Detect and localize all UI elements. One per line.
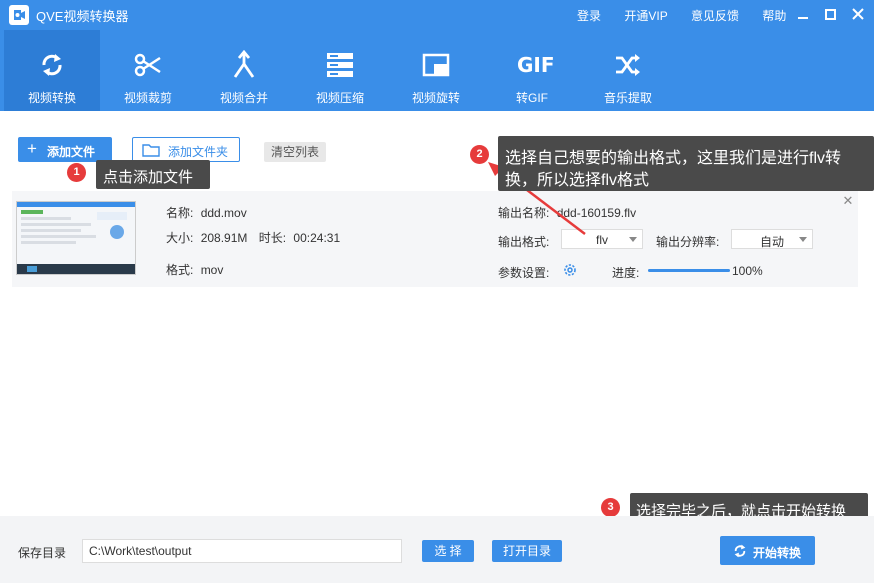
plus-icon: + xyxy=(27,139,37,158)
shuffle-icon xyxy=(616,54,640,76)
app-title: QVE视频转换器 xyxy=(36,9,129,24)
tab-label: 视频旋转 xyxy=(411,91,460,105)
choose-dir-button[interactable]: 选 择 xyxy=(422,540,474,562)
tab-label: 视频合并 xyxy=(219,91,268,105)
rotate-icon xyxy=(422,53,450,77)
tab-video-rotate[interactable]: 视频旋转 xyxy=(388,30,484,111)
resolution-select[interactable]: 自动 xyxy=(731,229,813,249)
main-toolbar: 视频转换 视频裁剪 视频合并 视频压缩 视频旋转 GIF 转GIF 音乐提取 xyxy=(0,30,874,111)
maximize-icon[interactable] xyxy=(822,6,838,22)
chevron-down-icon xyxy=(799,237,807,242)
login-link[interactable]: 登录 xyxy=(577,9,601,23)
start-convert-button[interactable]: 开始转换 xyxy=(720,536,815,565)
tab-label: 视频压缩 xyxy=(315,91,364,105)
progress-label: 进度: xyxy=(612,266,640,280)
tab-video-compress[interactable]: 视频压缩 xyxy=(292,30,388,111)
duration-label: 时长: xyxy=(258,231,287,245)
bottom-bar: 保存目录 选 择 打开目录 开始转换 xyxy=(0,516,874,583)
name-label: 名称: xyxy=(166,206,194,220)
help-link[interactable]: 帮助 xyxy=(762,9,786,23)
file-name: ddd.mov xyxy=(200,206,247,220)
folder-icon xyxy=(142,144,160,157)
tab-label: 音乐提取 xyxy=(603,91,652,105)
file-duration: 00:24:31 xyxy=(293,231,341,245)
callout-1: 点击添加文件 xyxy=(96,160,210,189)
clear-list-button[interactable]: 清空列表 xyxy=(264,142,326,162)
callout-2: 选择自己想要的输出格式，这里我们是进行flv转 换，所以选择flv格式 xyxy=(498,136,874,191)
step-badge-1: 1 xyxy=(67,163,86,182)
output-path-input[interactable] xyxy=(82,539,402,563)
format-label: 格式: xyxy=(166,263,194,277)
minimize-icon[interactable] xyxy=(795,6,811,22)
refresh-icon xyxy=(42,54,62,76)
progress-fill xyxy=(648,269,730,272)
tab-video-trim[interactable]: 视频裁剪 xyxy=(100,30,196,111)
video-thumbnail xyxy=(16,201,136,275)
gif-icon: GIF xyxy=(517,53,555,77)
scissors-icon xyxy=(134,53,161,77)
file-format: mov xyxy=(200,263,224,277)
app-logo-icon xyxy=(9,5,29,25)
resolution-label: 输出分辨率: xyxy=(656,235,720,249)
add-folder-button[interactable]: 添加文件夹 xyxy=(132,137,240,162)
params-label: 参数设置: xyxy=(498,266,550,280)
tab-video-convert[interactable]: 视频转换 xyxy=(4,30,100,111)
vip-link[interactable]: 开通VIP xyxy=(624,9,667,23)
step-badge-2: 2 xyxy=(470,145,489,164)
close-icon[interactable] xyxy=(850,6,866,22)
tab-video-merge[interactable]: 视频合并 xyxy=(196,30,292,111)
tab-music-extract[interactable]: 音乐提取 xyxy=(580,30,676,111)
progress-bar xyxy=(648,269,730,272)
refresh-icon xyxy=(734,544,746,558)
size-label: 大小: xyxy=(166,231,194,245)
tab-to-gif[interactable]: GIF 转GIF xyxy=(484,30,580,111)
gear-icon[interactable] xyxy=(562,262,578,278)
step-badge-3: 3 xyxy=(601,498,620,517)
progress-value: 100% xyxy=(732,264,763,278)
tab-label: 视频转换 xyxy=(27,91,76,105)
open-dir-button[interactable]: 打开目录 xyxy=(492,540,562,562)
remove-file-icon[interactable]: ✕ xyxy=(842,194,854,207)
chevron-down-icon xyxy=(629,237,637,242)
file-list-row: 名称: ddd.mov 大小: 208.91M 时长: 00:24:31 格式:… xyxy=(12,191,858,287)
add-file-button[interactable]: + 添加文件 xyxy=(18,137,112,162)
feedback-link[interactable]: 意见反馈 xyxy=(691,9,739,23)
merge-icon xyxy=(233,50,255,78)
save-dir-label: 保存目录 xyxy=(18,546,67,560)
compress-icon xyxy=(327,53,353,77)
tab-label: 视频裁剪 xyxy=(123,91,172,105)
title-bar: QVE视频转换器 登录 开通VIP 意见反馈 帮助 xyxy=(0,0,874,30)
file-size: 208.91M xyxy=(200,231,248,245)
tab-label: 转GIF xyxy=(516,91,548,105)
